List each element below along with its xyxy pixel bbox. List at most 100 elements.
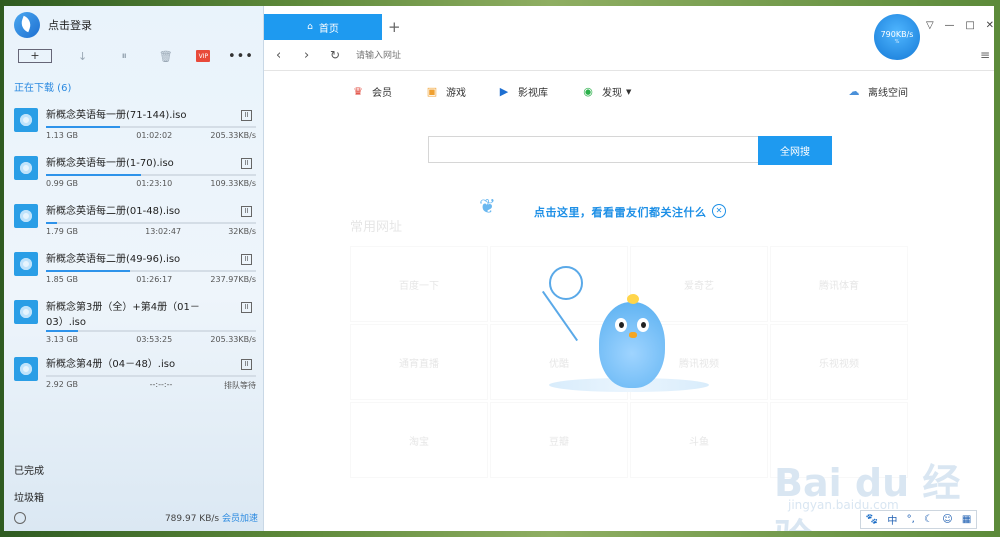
chevron-down-icon: ▼ bbox=[626, 87, 632, 96]
file-size: 1.79 GB bbox=[46, 227, 79, 236]
nav-discover[interactable]: ◉ 发现 ▼ bbox=[580, 84, 631, 99]
nav-games[interactable]: ▣ 游戏 bbox=[424, 84, 466, 99]
mascot-tuft bbox=[627, 294, 639, 304]
site-tile[interactable]: 淘宝 bbox=[350, 402, 488, 478]
download-meta: 0.99 GB 01:23:10 109.33KB/s bbox=[46, 179, 256, 188]
close-icon[interactable]: ✕ bbox=[986, 20, 994, 31]
downloading-header[interactable]: 正在下载 (6) bbox=[14, 79, 71, 94]
cloud-icon: ☁ bbox=[848, 85, 860, 98]
butterfly-net-icon bbox=[549, 266, 583, 300]
site-tile[interactable]: 腾讯体育 bbox=[770, 246, 908, 322]
paw-icon[interactable]: 🐾 bbox=[866, 514, 878, 525]
mascot-eye bbox=[637, 318, 649, 332]
login-link[interactable]: 点击登录 bbox=[48, 17, 92, 33]
maximize-icon[interactable]: □ bbox=[965, 20, 974, 31]
remaining-time: 01:23:10 bbox=[136, 179, 173, 188]
alarm-clock-icon[interactable] bbox=[14, 511, 26, 524]
dropdown-icon[interactable]: ▽ bbox=[926, 20, 934, 31]
tab-bar: ⌂ 首页 + 790KB/s % ▽ — □ ✕ bbox=[264, 14, 994, 60]
download-speed: 排队等待 bbox=[223, 381, 256, 390]
delete-button[interactable]: 🗑 bbox=[155, 48, 177, 64]
progress-bar bbox=[46, 330, 256, 332]
site-tile[interactable]: 斗鱼 bbox=[630, 402, 768, 478]
site-tile[interactable]: 豆瓣 bbox=[490, 402, 628, 478]
ime-language[interactable]: 中 bbox=[887, 512, 897, 527]
close-promo-icon[interactable]: ✕ bbox=[712, 204, 726, 218]
vip-button[interactable]: VIP bbox=[196, 50, 211, 62]
download-sidebar: 点击登录 + ↓ ⏸ 🗑 VIP ••• 正在下载 (6) 新概念英语每一册(7… bbox=[4, 6, 264, 531]
more-button[interactable]: ••• bbox=[228, 48, 253, 64]
nav-vip[interactable]: ♛ 会员 bbox=[350, 84, 392, 99]
download-speed: 205.33KB/s bbox=[210, 335, 256, 344]
new-tab-button[interactable]: + bbox=[388, 18, 401, 36]
download-item[interactable]: 新概念英语每二册(01-48).iso ll 1.79 GB 13:02:47 … bbox=[12, 198, 256, 246]
ime-toolbar: 🐾 中 °, ☾ ☺ ▦ bbox=[860, 510, 977, 529]
site-tile[interactable]: 乐视视频 bbox=[770, 324, 908, 400]
download-item[interactable]: 新概念英语每一册(71-144).iso ll 1.13 GB 01:02:02… bbox=[12, 102, 256, 150]
tab-home[interactable]: ⌂ 首页 bbox=[264, 14, 382, 40]
speed-badge-text: 790KB/s bbox=[880, 29, 914, 39]
download-item[interactable]: 新概念英语每一册(1-70).iso ll 0.99 GB 01:23:10 1… bbox=[12, 150, 256, 198]
minimize-icon[interactable]: — bbox=[945, 20, 955, 31]
forward-icon[interactable]: › bbox=[304, 48, 309, 63]
quick-nav: ♛ 会员 ▣ 游戏 ▶ 影视库 ◉ 发现 ▼ ☁ 离线空间 bbox=[350, 84, 910, 100]
punctuation-icon[interactable]: °, bbox=[907, 514, 915, 525]
site-tile[interactable]: 百度一下 bbox=[350, 246, 488, 322]
pause-button[interactable]: ll bbox=[241, 302, 252, 313]
status-footer: 789.97 KB/s 会员加速 bbox=[14, 511, 258, 524]
menu-icon[interactable]: ≡ bbox=[980, 48, 990, 62]
nav-offline-space[interactable]: ☁ 离线空间 bbox=[846, 84, 909, 99]
disc-image-icon bbox=[14, 357, 38, 381]
nav-label: 影视库 bbox=[518, 88, 548, 99]
progress-fill bbox=[46, 222, 57, 224]
search-button[interactable]: 全网搜 bbox=[758, 136, 832, 165]
progress-bar bbox=[46, 270, 256, 272]
disc-image-icon bbox=[14, 252, 38, 276]
nav-label: 离线空间 bbox=[868, 88, 908, 99]
pause-icon: ⏸ bbox=[121, 49, 127, 62]
new-task-button[interactable]: + bbox=[18, 49, 52, 63]
promo-link[interactable]: 点击这里，看看雷友们都关注什么 bbox=[534, 204, 707, 220]
search-input[interactable] bbox=[428, 136, 759, 163]
url-input[interactable] bbox=[356, 50, 856, 60]
compass-icon: ◉ bbox=[583, 85, 593, 98]
total-speed: 789.97 KB/s bbox=[164, 514, 220, 524]
video-icon: ▶ bbox=[499, 85, 509, 98]
mascot-beak bbox=[629, 332, 637, 338]
user-icon[interactable]: ☺ bbox=[942, 514, 952, 525]
refresh-icon[interactable]: ↻ bbox=[330, 48, 340, 62]
remaining-time: 01:02:02 bbox=[136, 131, 173, 140]
file-name: 新概念英语每二册(01-48).iso bbox=[46, 206, 181, 217]
progress-bar bbox=[46, 375, 256, 377]
file-size: 1.85 GB bbox=[46, 275, 79, 284]
download-meta: 1.85 GB 01:26:17 237.97KB/s bbox=[46, 275, 256, 284]
progress-bar bbox=[46, 174, 256, 176]
download-meta: 1.79 GB 13:02:47 32KB/s bbox=[46, 227, 256, 236]
download-speed: 205.33KB/s bbox=[210, 131, 256, 140]
completed-section[interactable]: 已完成 bbox=[14, 462, 44, 477]
pause-all-button[interactable]: ⏸ bbox=[113, 48, 135, 64]
pause-button[interactable]: ll bbox=[241, 110, 252, 121]
pause-button[interactable]: ll bbox=[241, 206, 252, 217]
trash-section[interactable]: 垃圾箱 bbox=[14, 489, 44, 504]
moon-icon[interactable]: ☾ bbox=[924, 514, 933, 525]
start-download-button[interactable]: ↓ bbox=[72, 48, 94, 64]
grid-icon[interactable]: ▦ bbox=[962, 514, 971, 525]
progress-fill bbox=[46, 270, 130, 272]
nav-label: 会员 bbox=[372, 88, 392, 99]
site-tile[interactable]: 通宵直播 bbox=[350, 324, 488, 400]
download-item[interactable]: 新概念第3册（全）+第4册（01－03）.iso ll 3.13 GB 03:5… bbox=[12, 294, 256, 351]
file-size: 2.92 GB bbox=[46, 380, 79, 389]
pause-button[interactable]: ll bbox=[241, 158, 252, 169]
download-item[interactable]: 新概念第4册（04－48）.iso ll 2.92 GB --:--:-- 排队… bbox=[12, 351, 256, 399]
pause-button[interactable]: ll bbox=[241, 359, 252, 370]
progress-bar bbox=[46, 222, 256, 224]
vip-boost-link[interactable]: 会员加速 bbox=[222, 514, 258, 524]
picture-icon: ▣ bbox=[426, 85, 438, 98]
download-item[interactable]: 新概念英语每二册(49-96).iso ll 1.85 GB 01:26:17 … bbox=[12, 246, 256, 294]
nav-movies[interactable]: ▶ 影视库 bbox=[496, 84, 548, 99]
pause-button[interactable]: ll bbox=[241, 254, 252, 265]
back-icon[interactable]: ‹ bbox=[276, 48, 281, 63]
progress-fill bbox=[46, 174, 141, 176]
progress-fill bbox=[46, 330, 78, 332]
